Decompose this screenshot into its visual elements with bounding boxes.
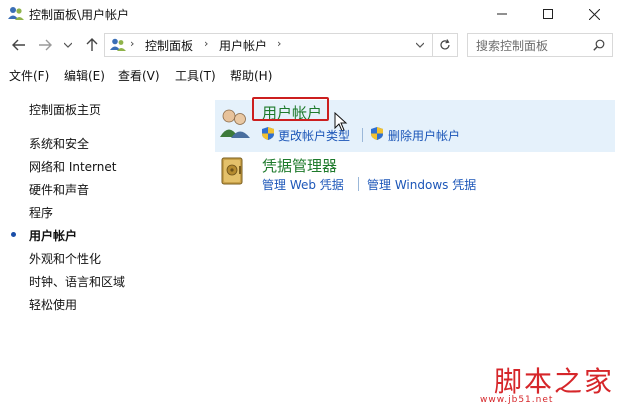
menu-edit[interactable]: 编辑(E) <box>64 67 105 84</box>
shield-icon <box>262 127 274 140</box>
menu-view[interactable]: 查看(V) <box>118 67 160 84</box>
menu-bar: 文件(F) 编辑(E) 查看(V) 工具(T) 帮助(H) <box>0 64 617 86</box>
minimize-button[interactable] <box>479 0 525 28</box>
category-title-credential-manager[interactable]: 凭据管理器 <box>262 155 337 176</box>
shield-icon <box>371 127 383 140</box>
breadcrumb-separator: › <box>130 37 135 50</box>
link-change-account-type[interactable]: 更改帐户类型 <box>278 127 350 144</box>
search-placeholder: 搜索控制面板 <box>476 39 549 53</box>
window-title: 控制面板\用户帐户 <box>29 8 130 22</box>
sidebar-item-hardware-sound[interactable]: 硬件和声音 <box>29 181 89 198</box>
users-icon[interactable] <box>218 107 252 139</box>
refresh-icon <box>440 39 450 50</box>
link-separator <box>358 177 359 191</box>
maximize-icon <box>543 9 553 19</box>
up-button[interactable] <box>83 36 101 54</box>
sidebar-item-network[interactable]: 网络和 Internet <box>29 158 116 175</box>
search-box[interactable]: 搜索控制面板 <box>467 33 613 57</box>
navigation-bar: › 控制面板 › 用户帐户 › 搜索控制面板 <box>0 30 617 60</box>
close-button[interactable] <box>571 0 617 28</box>
close-icon <box>588 8 600 20</box>
title-bar: 控制面板\用户帐户 <box>0 0 617 28</box>
arrow-up-icon <box>86 38 98 51</box>
address-bar[interactable]: › 控制面板 › 用户帐户 › <box>104 33 433 57</box>
chevron-down-icon[interactable] <box>416 42 424 48</box>
chevron-down-icon <box>64 42 72 48</box>
minimize-icon <box>497 13 507 15</box>
watermark-url: www.jb51.net <box>480 395 554 405</box>
annotation-highlight-box <box>252 97 329 121</box>
breadcrumb-separator[interactable]: › <box>277 37 281 50</box>
sidebar-item-programs[interactable]: 程序 <box>29 204 53 221</box>
menu-tools[interactable]: 工具(T) <box>175 67 216 84</box>
link-remove-user-accounts[interactable]: 删除用户帐户 <box>388 127 460 144</box>
sidebar-item-ease-of-access[interactable]: 轻松使用 <box>29 296 77 313</box>
sidebar-item-user-accounts[interactable]: 用户帐户 <box>29 227 77 244</box>
link-manage-windows-credentials[interactable]: 管理 Windows 凭据 <box>367 176 476 193</box>
link-separator <box>362 128 363 142</box>
active-indicator <box>11 232 16 237</box>
breadcrumb-separator[interactable]: › <box>204 37 208 50</box>
sidebar-item-clock-region[interactable]: 时钟、语言和区域 <box>29 273 125 290</box>
recent-locations-button[interactable] <box>62 36 74 54</box>
maximize-button[interactable] <box>525 0 571 28</box>
vault-icon[interactable] <box>221 157 243 185</box>
link-manage-web-credentials[interactable]: 管理 Web 凭据 <box>262 176 344 193</box>
menu-file[interactable]: 文件(F) <box>9 67 49 84</box>
sidebar-home[interactable]: 控制面板主页 <box>29 101 101 118</box>
breadcrumb-user-accounts[interactable]: 用户帐户 <box>219 37 267 54</box>
watermark-brand: 脚本之家 <box>494 365 615 398</box>
search-icon[interactable] <box>593 39 605 51</box>
sidebar-item-system-security[interactable]: 系统和安全 <box>29 135 89 152</box>
control-panel-icon <box>110 38 126 51</box>
sidebar-item-appearance[interactable]: 外观和个性化 <box>29 250 101 267</box>
forward-button[interactable] <box>36 36 54 54</box>
breadcrumb-control-panel[interactable]: 控制面板 <box>145 37 193 54</box>
arrow-right-icon <box>39 39 52 51</box>
control-panel-users-icon <box>8 7 24 20</box>
back-button[interactable] <box>10 36 28 54</box>
refresh-button[interactable] <box>432 33 458 57</box>
menu-help[interactable]: 帮助(H) <box>230 67 272 84</box>
arrow-left-icon <box>12 39 25 51</box>
